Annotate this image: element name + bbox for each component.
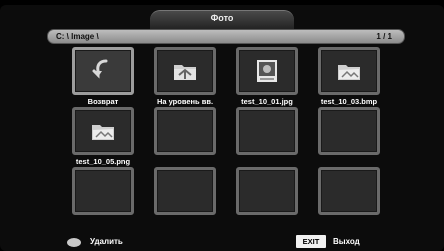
exit-key-badge: EXIT xyxy=(296,235,326,248)
exit-hint[interactable]: Выход xyxy=(333,237,360,246)
tile-frame xyxy=(318,167,380,215)
folder-up-icon xyxy=(174,65,196,80)
thumbnail-grid: Возврат На уровень вв. test_10_01.jpg te… xyxy=(72,47,382,217)
path-bar: C: \ Image \ 1 / 1 xyxy=(47,29,405,44)
file-browser-screen: Фото C: \ Image \ 1 / 1 Возврат На урове… xyxy=(0,5,444,251)
bmp-image-icon xyxy=(338,65,360,80)
yellow-key-icon xyxy=(67,238,81,247)
tile-frame xyxy=(236,107,298,155)
item-label: На уровень вв. xyxy=(156,97,214,106)
tile-frame xyxy=(154,107,216,155)
item-label: test_10_01.jpg xyxy=(241,97,293,106)
window-title: Фото xyxy=(150,10,294,29)
tile-frame xyxy=(236,167,298,215)
tile-frame xyxy=(318,107,380,155)
tile-frame xyxy=(154,167,216,215)
png-image-icon xyxy=(92,125,114,140)
tile-frame xyxy=(72,167,134,215)
tile-frame xyxy=(154,47,216,95)
tile-frame xyxy=(72,47,134,95)
delete-hint[interactable]: Удалить xyxy=(90,237,123,246)
tile-frame xyxy=(236,47,298,95)
page-indicator: 1 / 1 xyxy=(376,32,392,41)
item-label: test_10_03.bmp xyxy=(320,97,378,106)
item-label: Возврат xyxy=(87,97,119,106)
jpg-image-icon xyxy=(257,60,277,82)
item-label: test_10_05.png xyxy=(75,157,131,166)
tile-frame xyxy=(72,107,134,155)
return-arrow-icon xyxy=(92,59,108,79)
tile-frame xyxy=(318,47,380,95)
current-path: C: \ Image \ xyxy=(56,32,99,41)
